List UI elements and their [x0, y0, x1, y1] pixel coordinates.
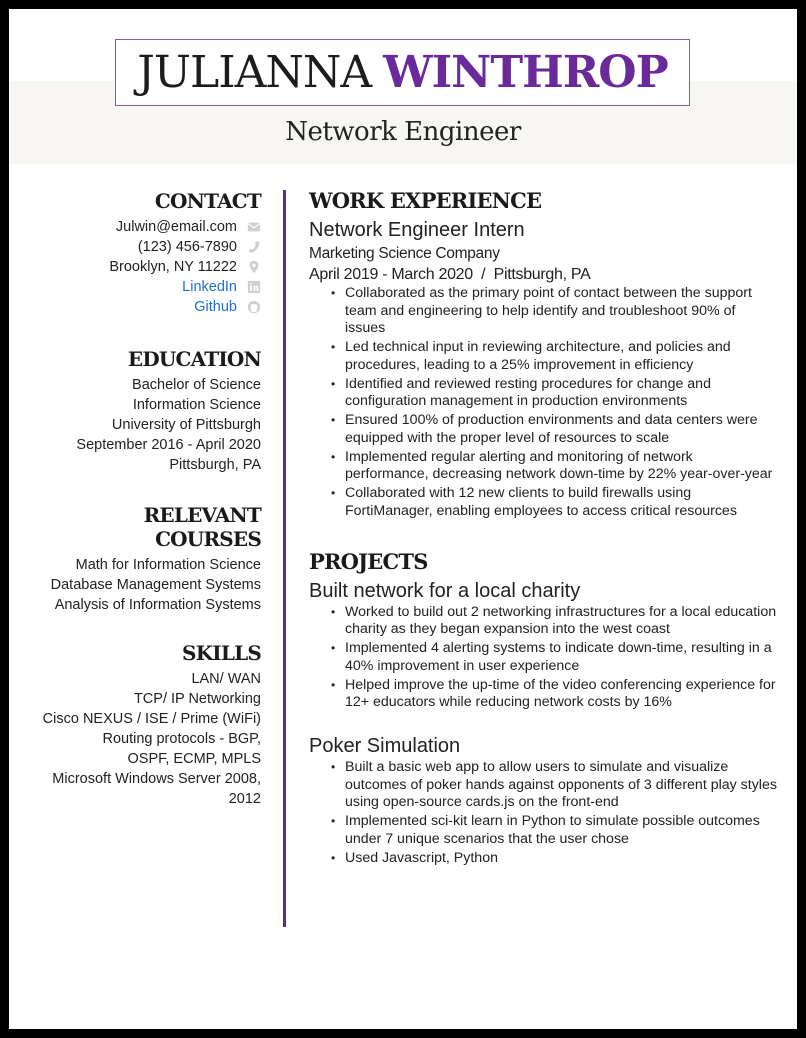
resume-page: JULIANNA WINTHROP Network Engineer CONTA… — [9, 9, 797, 1029]
education-location: Pittsburgh, PA — [169, 457, 261, 473]
skill-item: TCP/ IP Networking — [133, 691, 261, 707]
job-bullet: Identified and reviewed resting procedur… — [331, 376, 779, 411]
job-role: Network Engineer Intern — [309, 219, 525, 241]
project-bullet: Worked to build out 2 networking infrast… — [331, 604, 779, 639]
education-school: University of Pittsburgh — [111, 417, 261, 433]
github-icon — [247, 300, 261, 314]
name-box: JULIANNA WINTHROP — [115, 39, 690, 106]
job-entry: Network Engineer Intern Marketing Scienc… — [309, 217, 779, 520]
skill-item: Cisco NEXUS / ISE / Prime (WiFi) — [42, 711, 261, 727]
project-bullet: Helped improve the up-time of the video … — [331, 677, 779, 712]
last-name: WINTHROP — [383, 46, 669, 98]
project-bullet: Implemented 4 alerting systems to indica… — [331, 640, 779, 675]
project-bullets: Worked to build out 2 networking infrast… — [309, 604, 779, 712]
course-item: Analysis of Information Systems — [54, 597, 261, 613]
work-heading: WORK EXPERIENCE — [309, 188, 542, 213]
job-dates-location: April 2019 - March 2020 / Pittsburgh, PA — [309, 266, 591, 283]
github-link[interactable]: Github — [194, 297, 237, 317]
project-name: Built network for a local charity — [309, 579, 581, 602]
education-dates: September 2016 - April 2020 — [76, 437, 261, 453]
skills-section: SKILLS LAN/ WAN TCP/ IP Networking Cisco… — [39, 641, 262, 809]
job-title: Network Engineer — [285, 117, 521, 147]
email-text: Julwin@email.com — [115, 219, 237, 235]
project-entry: Built network for a local charity Worked… — [309, 578, 779, 712]
contact-location: Brooklyn, NY 11222 — [39, 257, 261, 277]
job-company: Marketing Science Company — [309, 245, 500, 262]
education-major: Information Science — [132, 397, 261, 413]
project-name: Poker Simulation — [309, 735, 461, 757]
envelope-icon — [247, 220, 261, 234]
courses-heading: RELEVANT COURSES — [143, 503, 262, 551]
contact-linkedin[interactable]: LinkedIn — [39, 277, 261, 297]
left-column: CONTACT Julwin@email.com (123) 456-7890 … — [39, 189, 262, 835]
map-pin-icon — [247, 260, 261, 274]
contact-heading: CONTACT — [154, 189, 262, 213]
education-section: EDUCATION Bachelor of Science Informatio… — [39, 347, 261, 475]
course-item: Math for Information Science — [75, 557, 261, 573]
contact-phone: (123) 456-7890 — [39, 237, 261, 257]
job-bullet: Collaborated with 12 new clients to buil… — [331, 485, 779, 520]
linkedin-icon — [247, 280, 261, 294]
courses-section: RELEVANT COURSES Math for Information Sc… — [39, 503, 262, 615]
education-heading: EDUCATION — [127, 347, 262, 371]
projects-section: PROJECTS Built network for a local chari… — [309, 548, 779, 868]
project-bullets: Built a basic web app to allow users to … — [309, 759, 779, 867]
skill-item: LAN/ WAN — [191, 671, 261, 687]
right-column: WORK EXPERIENCE Network Engineer Intern … — [309, 189, 779, 869]
education-degree: Bachelor of Science — [132, 377, 261, 393]
contact-section: CONTACT Julwin@email.com (123) 456-7890 … — [39, 189, 261, 317]
work-section: WORK EXPERIENCE Network Engineer Intern … — [309, 189, 779, 520]
linkedin-link[interactable]: LinkedIn — [182, 277, 237, 297]
location-text: Brooklyn, NY 11222 — [109, 259, 237, 275]
project-bullet: Implemented sci-kit learn in Python to s… — [331, 813, 779, 848]
job-bullet: Led technical input in reviewing archite… — [331, 339, 779, 374]
job-bullets: Collaborated as the primary point of con… — [309, 285, 779, 520]
skill-item: Routing protocols - BGP, OSPF, ECMP, MPL… — [102, 731, 261, 767]
contact-email: Julwin@email.com — [39, 217, 261, 237]
phone-icon — [247, 240, 261, 254]
projects-heading: PROJECTS — [309, 548, 428, 574]
contact-github[interactable]: Github — [39, 297, 261, 317]
skill-item: Microsoft Windows Server 2008, 2012 — [52, 771, 261, 807]
project-bullet: Built a basic web app to allow users to … — [331, 759, 779, 812]
job-bullet: Collaborated as the primary point of con… — [331, 285, 779, 338]
phone-text: (123) 456-7890 — [137, 239, 237, 255]
column-divider — [283, 190, 286, 927]
first-name: JULIANNA — [137, 46, 372, 98]
skills-heading: SKILLS — [182, 641, 262, 665]
project-entry: Poker Simulation Built a basic web app t… — [309, 733, 779, 867]
project-bullet: Used Javascript, Python — [331, 850, 779, 868]
job-bullet: Implemented regular alerting and monitor… — [331, 449, 779, 484]
course-item: Database Management Systems — [50, 577, 261, 593]
job-bullet: Ensured 100% of production environments … — [331, 412, 779, 447]
